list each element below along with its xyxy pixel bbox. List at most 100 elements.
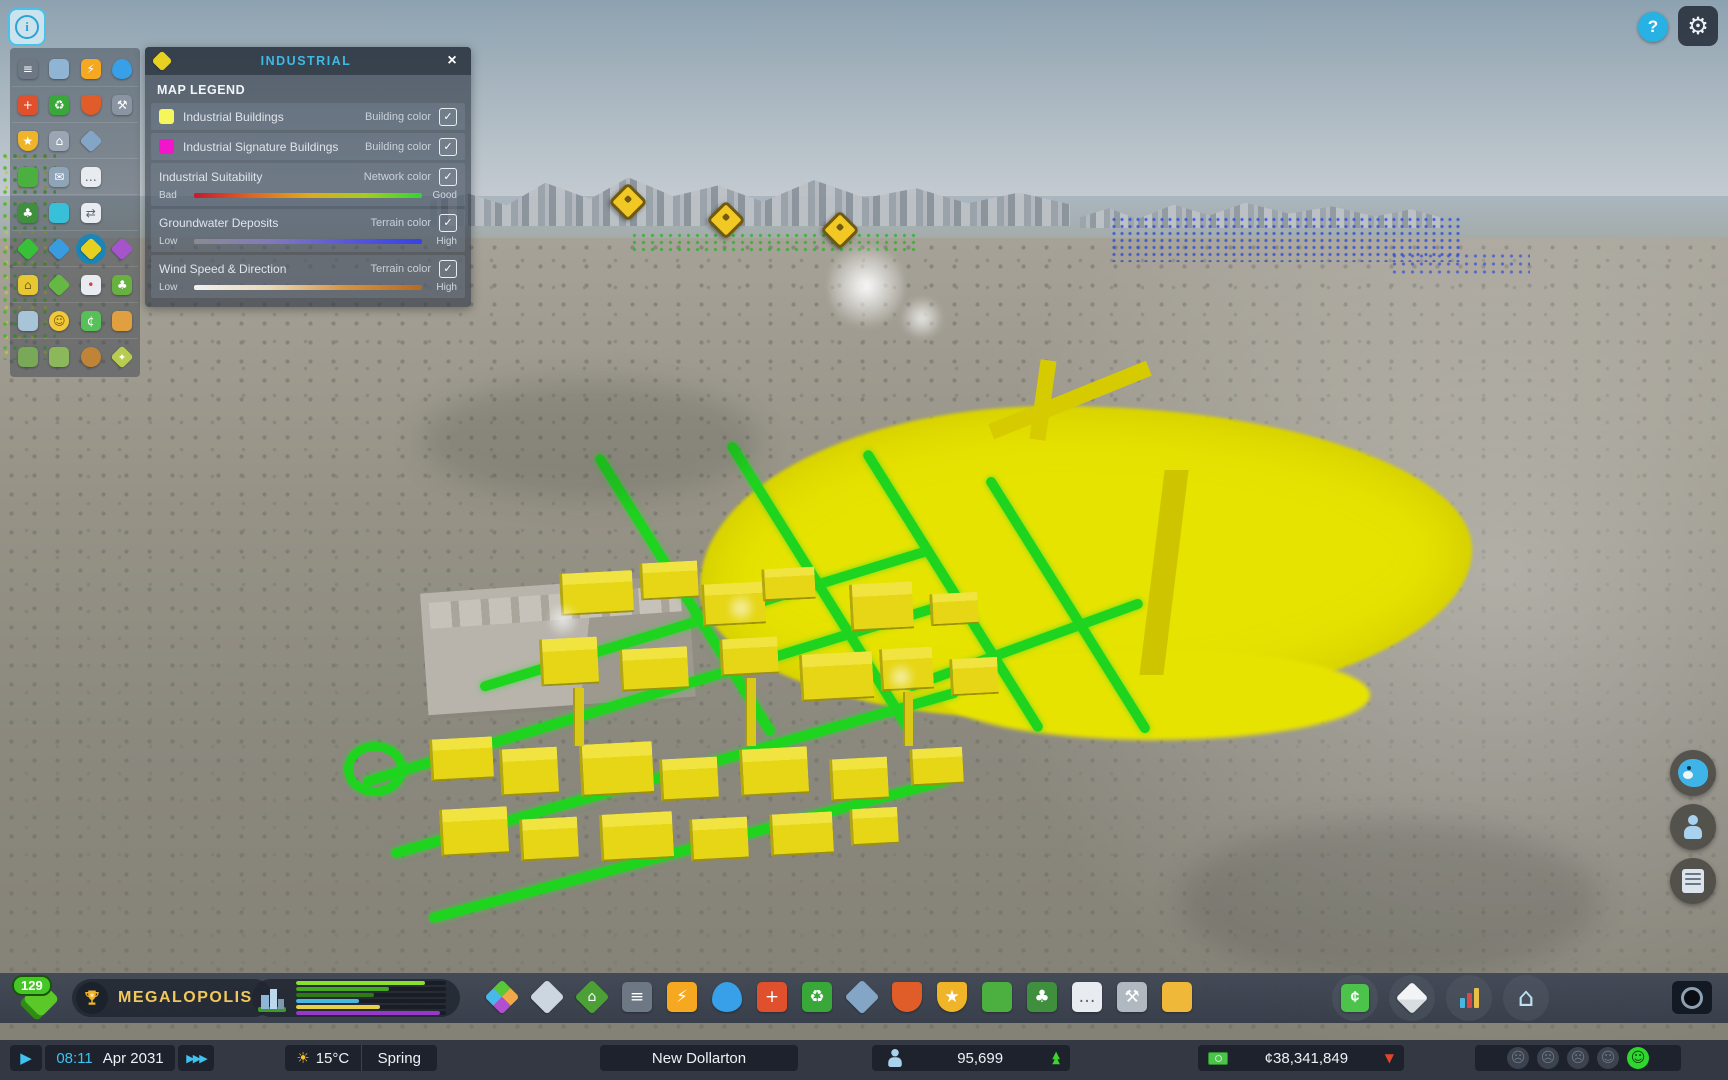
tool-service-buildings[interactable]: ⌂: [575, 980, 610, 1015]
city-map-button[interactable]: [1389, 975, 1435, 1021]
tool-landscaping-tool[interactable]: ⚒: [1117, 982, 1147, 1012]
checkbox[interactable]: ✓: [439, 168, 457, 186]
sidebar-item-population[interactable]: [12, 304, 44, 337]
tool-parks-tool[interactable]: ♣: [1027, 982, 1057, 1012]
industrial-building: [799, 651, 874, 702]
photo-mode-button[interactable]: [1672, 981, 1712, 1014]
sidebar-item-tourism[interactable]: [44, 196, 76, 229]
close-icon[interactable]: ×: [441, 50, 463, 72]
legend-row-industrial-buildings: Industrial Buildings Building color ✓: [151, 103, 465, 130]
sidebar-item-mail[interactable]: ✉: [44, 160, 76, 193]
statistics-button[interactable]: [1446, 975, 1492, 1021]
progression-badge[interactable]: 129: [12, 977, 64, 1021]
sidebar-item-maintenance[interactable]: ⚒: [107, 88, 139, 121]
tool-garbage-tool[interactable]: ♻: [802, 982, 832, 1012]
checkbox[interactable]: ✓: [439, 260, 457, 278]
sidebar-item-noise-pollution[interactable]: [75, 340, 107, 373]
fire-rescue-icon: [81, 95, 101, 115]
checkbox[interactable]: ✓: [439, 108, 457, 126]
tool-electricity-tool[interactable]: ⚡: [667, 982, 697, 1012]
legend-label: Industrial Suitability: [159, 170, 364, 184]
sidebar-item-happiness[interactable]: ☺: [44, 304, 76, 337]
sidebar-item-police[interactable]: ★: [12, 124, 44, 157]
sidebar-item-workers[interactable]: [107, 304, 139, 337]
settings-button[interactable]: ⚙: [1678, 6, 1718, 46]
economy-button[interactable]: ¢: [1332, 975, 1378, 1021]
sidebar-item-transit-stops[interactable]: [44, 52, 76, 85]
sidebar-item-land-value[interactable]: [44, 268, 76, 301]
help-button[interactable]: ?: [1638, 12, 1668, 42]
camera-lens-icon: [1681, 987, 1703, 1009]
sidebar-item-connections[interactable]: •: [75, 268, 107, 301]
tool-bulldozer-tool[interactable]: [1162, 982, 1192, 1012]
sidebar-item-parks-recreation[interactable]: ♣: [12, 196, 44, 229]
sim-speed-button[interactable]: ▶▶▶: [178, 1045, 214, 1071]
bar-chart-icon: [1460, 988, 1479, 1008]
money-box[interactable]: ¢38,341,849 ▼: [1198, 1045, 1404, 1071]
sidebar-item-money[interactable]: ¢: [75, 304, 107, 337]
sidebar-item-terrain[interactable]: [12, 340, 44, 373]
sidebar-item-communications[interactable]: …: [75, 160, 107, 193]
sidebar-item-industrial[interactable]: [75, 232, 107, 265]
sidebar-item-fire-rescue[interactable]: [75, 88, 107, 121]
tool-zones[interactable]: [485, 980, 520, 1015]
sidebar-item-zones-blue[interactable]: [44, 232, 76, 265]
sidebar-item-healthcare[interactable]: +: [12, 88, 44, 121]
sidebar-item-zones-green[interactable]: [12, 232, 44, 265]
tool-transportation-tool[interactable]: [982, 982, 1012, 1012]
tool-terrain-tool[interactable]: [530, 980, 565, 1015]
chirper-button[interactable]: [1670, 750, 1716, 796]
milestone-pill[interactable]: MEGALOPOLIS: [72, 979, 273, 1017]
journal-button[interactable]: [1670, 858, 1716, 904]
tourism-icon: [49, 203, 69, 223]
money-icon: ¢: [1341, 984, 1369, 1012]
tool-fire-tool[interactable]: [892, 982, 922, 1012]
happiness-box[interactable]: ☹☹☹☺☺: [1475, 1045, 1681, 1071]
legend-label: Industrial Buildings: [183, 110, 365, 124]
industrial-building: [499, 747, 559, 797]
tool-police-tool[interactable]: ★: [937, 982, 967, 1012]
checkbox[interactable]: ✓: [439, 214, 457, 232]
sidebar-item-vegetation[interactable]: ♣: [107, 268, 139, 301]
info-views-button[interactable]: i: [8, 8, 46, 46]
industrial-building: [719, 637, 779, 677]
citizen-lifepath-button[interactable]: [1670, 804, 1716, 850]
tool-water-tool[interactable]: [712, 982, 742, 1012]
sidebar-item-routes[interactable]: ⇄: [75, 196, 107, 229]
transit-stops-icon: [49, 59, 69, 79]
sidebar-item-education[interactable]: [75, 124, 107, 157]
demand-pill[interactable]: [252, 979, 460, 1017]
industrial-building: [439, 806, 509, 856]
sidebar-item-administration[interactable]: ⌂: [44, 124, 76, 157]
tool-communications-tool[interactable]: …: [1072, 982, 1102, 1012]
industrial-building: [761, 567, 816, 602]
sidebar-item-electricity[interactable]: ⚡: [75, 52, 107, 85]
progression-home-button[interactable]: ⌂: [1503, 975, 1549, 1021]
sidebar-item-roads[interactable]: ≡: [12, 52, 44, 85]
city-name[interactable]: New Dollarton: [600, 1045, 798, 1071]
legend-row-groundwater-deposits: Groundwater Deposits Terrain color ✓ Low…: [151, 209, 465, 252]
cloud-shadow: [420, 380, 760, 500]
groundwater-gradient-bar: [194, 239, 422, 244]
chimney-smoke-1: [548, 600, 578, 640]
vegetation-icon: ♣: [112, 275, 132, 295]
sidebar-item-nature[interactable]: [44, 340, 76, 373]
tool-education-tool[interactable]: [845, 980, 880, 1015]
population-box[interactable]: 95,699 ▲▲: [872, 1045, 1070, 1071]
industrial-building: [949, 657, 999, 696]
time-date-box[interactable]: 08:11 Apr 2031: [45, 1045, 175, 1071]
sidebar-item-water-sewage[interactable]: [107, 52, 139, 85]
tool-healthcare-tool[interactable]: +: [757, 982, 787, 1012]
play-pause-button[interactable]: ▶: [10, 1045, 42, 1071]
tool-roads-tool[interactable]: ≡: [622, 982, 652, 1012]
gradient-low-label: Low: [159, 282, 189, 293]
checkbox[interactable]: ✓: [439, 138, 457, 156]
weather-box: ☀ 15°C Spring: [285, 1045, 437, 1071]
map-icon: [1396, 982, 1428, 1014]
sidebar-item-zones-purple[interactable]: [107, 232, 139, 265]
demand-bar-residential-high: [296, 993, 446, 997]
sidebar-item-garbage[interactable]: ♻: [44, 88, 76, 121]
sidebar-item-residential[interactable]: ⌂: [12, 268, 44, 301]
sidebar-item-wind[interactable]: ✦: [107, 340, 139, 373]
sidebar-item-transportation[interactable]: [12, 160, 44, 193]
